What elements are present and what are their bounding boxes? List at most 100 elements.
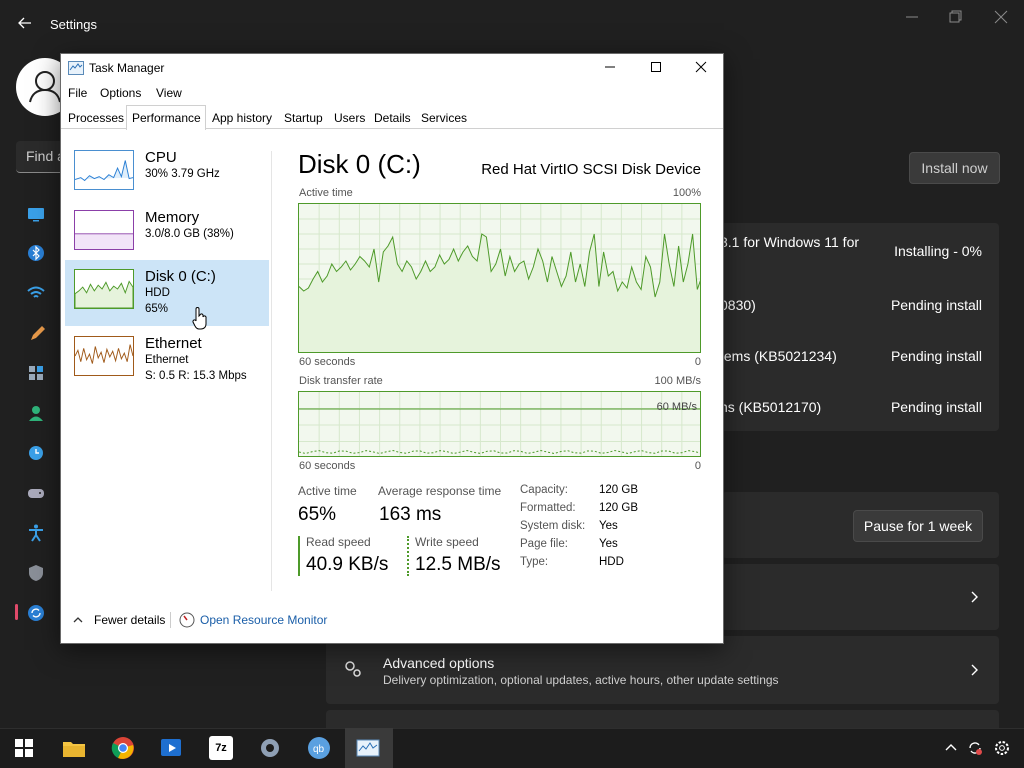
prop-value: HDD bbox=[599, 556, 624, 568]
start-icon[interactable] bbox=[15, 739, 33, 757]
chevron-up-icon[interactable] bbox=[944, 740, 958, 754]
update-status: Pending install bbox=[890, 348, 982, 364]
read-speed-label: Read speed bbox=[306, 535, 371, 549]
device-name: Red Hat VirtIO SCSI Disk Device bbox=[481, 161, 701, 178]
graph-time-end: 0 bbox=[694, 460, 701, 472]
tab-processes[interactable]: Processes bbox=[68, 109, 124, 129]
prop-key: Formatted: bbox=[520, 502, 576, 514]
sidebar-divider bbox=[271, 151, 272, 591]
fewer-details-button[interactable]: Fewer details bbox=[94, 613, 165, 627]
sidebar-item-disk0[interactable]: Disk 0 (C:) HDD 65% bbox=[65, 260, 269, 330]
task-manager-window: Task Manager File Options View Processes… bbox=[60, 53, 724, 644]
tab-details[interactable]: Details bbox=[374, 109, 411, 129]
update-name: 0830) bbox=[720, 297, 756, 313]
file-explorer-icon[interactable] bbox=[62, 736, 86, 760]
close-icon[interactable] bbox=[992, 8, 1010, 26]
sidebar-item-sub: HDD bbox=[145, 287, 170, 299]
sidebar-item-label: Memory bbox=[145, 209, 200, 226]
close-icon[interactable] bbox=[694, 60, 708, 74]
menu-view[interactable]: View bbox=[156, 86, 182, 100]
minimize-icon[interactable] bbox=[903, 8, 921, 26]
chevron-right-icon bbox=[971, 591, 978, 603]
update-history-card[interactable] bbox=[722, 564, 999, 630]
sidebar-item-ethernet[interactable]: Ethernet Ethernet S: 0.5 R: 15.3 Mbps bbox=[65, 330, 269, 396]
transfer-rate-graph-label: Disk transfer rate bbox=[299, 375, 383, 387]
network-icon[interactable] bbox=[26, 283, 46, 303]
sidebar-item-cpu[interactable]: CPU 30% 3.79 GHz bbox=[65, 143, 269, 209]
update-tray-icon[interactable] bbox=[966, 739, 984, 757]
sidebar-item-label: CPU bbox=[145, 149, 177, 166]
detail-title: Disk 0 (C:) bbox=[298, 149, 421, 179]
apps-icon[interactable] bbox=[26, 363, 46, 383]
tab-services[interactable]: Services bbox=[421, 109, 467, 129]
privacy-security-icon[interactable] bbox=[26, 563, 46, 583]
graph-time-span: 60 seconds bbox=[299, 460, 356, 472]
tab-app-history[interactable]: App history bbox=[212, 109, 272, 129]
settings-gear-icon[interactable] bbox=[258, 736, 282, 760]
restore-icon[interactable] bbox=[946, 8, 964, 26]
sidebar-item-label: Disk 0 (C:) bbox=[145, 268, 216, 285]
disk-thumbnail-graph bbox=[74, 269, 134, 309]
settings-card bbox=[326, 710, 999, 728]
footer-separator bbox=[170, 612, 171, 628]
sidebar-item-sub: 3.0/8.0 GB (38%) bbox=[145, 228, 234, 240]
menu-file[interactable]: File bbox=[68, 86, 87, 100]
personalization-icon[interactable] bbox=[26, 323, 46, 343]
pause-updates-button[interactable]: Pause for 1 week bbox=[853, 510, 983, 542]
settings-title: Settings bbox=[50, 17, 97, 32]
menu-options[interactable]: Options bbox=[100, 86, 141, 100]
prop-key: System disk: bbox=[520, 520, 586, 532]
write-speed-marker bbox=[407, 536, 409, 576]
prop-key: Capacity: bbox=[520, 484, 568, 496]
advanced-options-title: Advanced options bbox=[383, 655, 495, 671]
media-player-icon[interactable] bbox=[160, 736, 184, 760]
bluetooth-icon[interactable] bbox=[26, 243, 46, 263]
task-manager-icon[interactable] bbox=[356, 736, 380, 760]
avg-response-label: Average response time bbox=[378, 484, 502, 498]
tray-settings-icon[interactable] bbox=[993, 739, 1011, 757]
cpu-thumbnail-graph bbox=[74, 150, 134, 190]
chevron-up-icon[interactable] bbox=[72, 614, 84, 626]
7zip-icon[interactable]: 7z bbox=[209, 736, 233, 760]
update-status: Pending install bbox=[890, 399, 982, 415]
graph-time-end: 0 bbox=[694, 356, 701, 368]
system-icon[interactable] bbox=[26, 204, 46, 224]
update-status: Installing - 0% bbox=[894, 243, 982, 259]
maximize-icon[interactable] bbox=[649, 60, 663, 74]
time-language-icon[interactable] bbox=[26, 443, 46, 463]
prop-key: Page file: bbox=[520, 538, 568, 550]
back-arrow-icon[interactable] bbox=[16, 14, 34, 32]
avg-response-value: 163 ms bbox=[379, 504, 442, 525]
chrome-icon[interactable] bbox=[111, 736, 135, 760]
read-speed-value: 40.9 KB/s bbox=[306, 554, 389, 575]
memory-thumbnail-graph bbox=[74, 210, 134, 250]
open-resource-monitor-link[interactable]: Open Resource Monitor bbox=[200, 613, 327, 627]
qbittorrent-icon[interactable]: qb bbox=[307, 736, 331, 760]
prop-key: Type: bbox=[520, 556, 549, 568]
write-speed-value: 12.5 MB/s bbox=[415, 554, 501, 575]
active-time-value: 65% bbox=[298, 504, 337, 525]
taskbar bbox=[0, 728, 1024, 768]
sidebar-item-sub: Ethernet bbox=[145, 354, 189, 366]
sidebar-item-label: Ethernet bbox=[145, 335, 202, 352]
tab-performance[interactable]: Performance bbox=[126, 105, 206, 130]
hand-cursor-icon bbox=[192, 307, 207, 330]
active-time-graph bbox=[298, 203, 701, 353]
windows-update-icon[interactable] bbox=[26, 603, 46, 623]
install-now-button[interactable]: Install now bbox=[909, 152, 1000, 184]
tab-startup[interactable]: Startup bbox=[284, 109, 323, 129]
minimize-icon[interactable] bbox=[603, 60, 617, 74]
sidebar-item-sub: 30% 3.79 GHz bbox=[145, 168, 220, 180]
prop-value: 120 GB bbox=[599, 484, 638, 496]
accounts-icon[interactable] bbox=[26, 403, 46, 423]
tab-users[interactable]: Users bbox=[334, 109, 365, 129]
update-name: ns (KB5012170) bbox=[720, 399, 822, 415]
resource-monitor-icon bbox=[179, 612, 195, 628]
ethernet-thumbnail-graph bbox=[74, 336, 134, 376]
sidebar-item-sub: 65% bbox=[145, 303, 169, 315]
prop-value: 120 GB bbox=[599, 502, 638, 514]
prop-value: Yes bbox=[599, 538, 618, 550]
prop-value: Yes bbox=[599, 520, 618, 532]
gaming-icon[interactable] bbox=[26, 483, 46, 503]
accessibility-icon[interactable] bbox=[26, 523, 46, 543]
